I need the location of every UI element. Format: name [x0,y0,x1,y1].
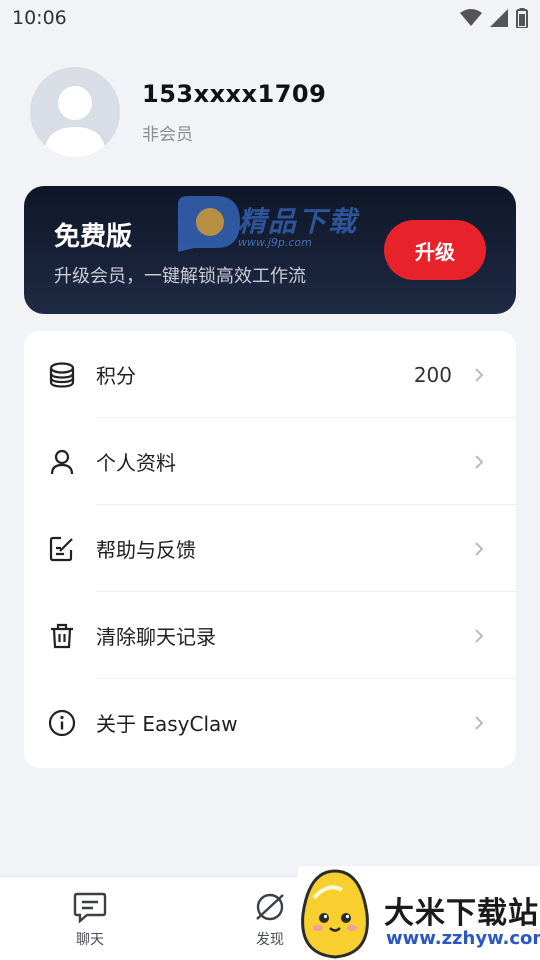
ad-url: www.zzhyw.com [386,928,540,949]
chat-icon [73,892,107,923]
chevron-right-icon [475,629,484,643]
wifi-icon [460,9,482,26]
watermark-ad-overlay: 大米下载站 www.zzhyw.com [298,866,540,960]
watermark-url: www.j9p.com [238,236,312,249]
menu-item-feedback[interactable]: 帮助与反馈 [24,505,516,592]
status-icons [460,8,528,28]
settings-menu: 积分 200 个人资料 帮助与反馈 清除聊天记录 关于 EasyClaw [24,331,516,768]
plan-subtitle: 升级会员，一键解锁高效工作流 [54,266,306,287]
avatar[interactable] [30,67,120,157]
vip-upgrade-card[interactable]: 精品下载 www.j9p.com 免费版 升级会员，一键解锁高效工作流 升级 [24,186,516,314]
ad-title: 大米下载站 [384,896,539,931]
avatar-placeholder-icon [44,86,106,157]
tab-label: 发现 [256,932,284,948]
plan-title: 免费版 [54,222,133,252]
menu-item-label: 清除聊天记录 [96,625,216,649]
menu-item-label: 关于 EasyClaw [96,712,238,736]
chevron-right-icon [475,542,484,556]
planet-icon [256,893,284,921]
status-bar: 10:06 [0,0,540,36]
tab-chat[interactable]: 聊天 [50,891,130,949]
upgrade-button[interactable]: 升级 [384,220,486,280]
tab-label: 聊天 [76,932,104,948]
signal-icon [490,9,508,27]
edit-icon [49,536,73,562]
user-phone: 153xxxx1709 [142,79,327,108]
database-icon [49,362,75,388]
chevron-right-icon [475,368,484,382]
menu-item-label: 帮助与反馈 [96,538,196,562]
user-icon [50,449,74,475]
menu-item-clear-chat[interactable]: 清除聊天记录 [24,592,516,679]
menu-item-label: 积分 [96,364,136,388]
battery-icon [516,8,528,28]
points-value: 200 [413,362,452,387]
mascot-egg-icon [301,869,369,959]
trash-icon [51,623,73,649]
menu-item-points[interactable]: 积分 200 [24,331,516,418]
watermark-text: 精品下载 [238,205,359,238]
status-time: 10:06 [12,7,67,29]
menu-item-label: 个人资料 [96,451,176,475]
profile-header[interactable]: 153xxxx1709 非会员 [30,66,510,158]
menu-item-about[interactable]: 关于 EasyClaw [24,679,516,766]
chevron-right-icon [475,716,484,730]
chevron-right-icon [475,455,484,469]
menu-item-profile[interactable]: 个人资料 [24,418,516,505]
membership-status: 非会员 [142,124,193,145]
info-icon [48,709,76,737]
watermark-logo-icon [178,196,240,252]
